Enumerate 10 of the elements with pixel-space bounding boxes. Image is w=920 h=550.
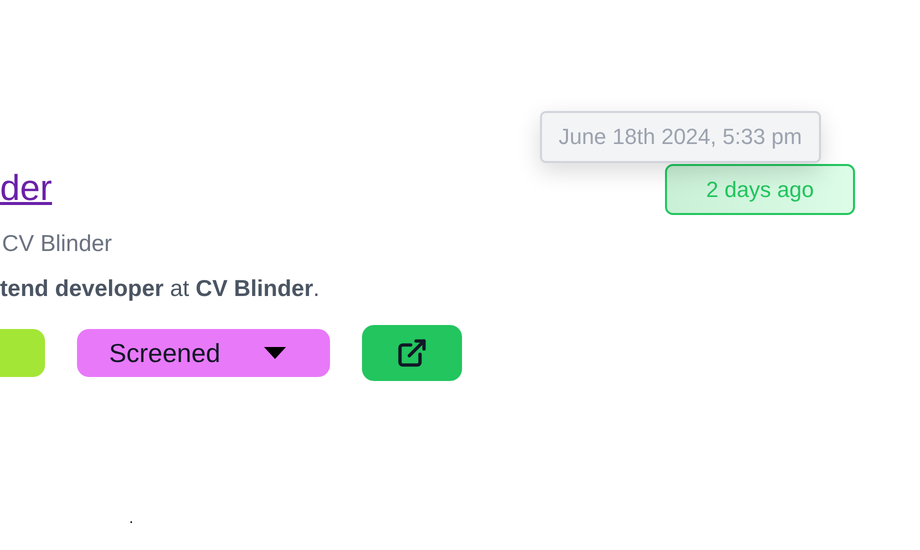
period-text: . (129, 509, 134, 529)
external-link-icon (396, 337, 428, 369)
description-text: tend developer at CV Blinder. (0, 274, 321, 302)
date-tooltip: June 18th 2024, 5:33 pm (540, 111, 821, 163)
status-dropdown[interactable]: Screened (77, 329, 330, 377)
open-link-button[interactable] (362, 325, 462, 381)
age-badge: 2 days ago (665, 164, 855, 215)
title-link[interactable]: der (0, 166, 52, 210)
company-text: CV Blinder (2, 229, 113, 257)
caret-icon (264, 347, 286, 359)
